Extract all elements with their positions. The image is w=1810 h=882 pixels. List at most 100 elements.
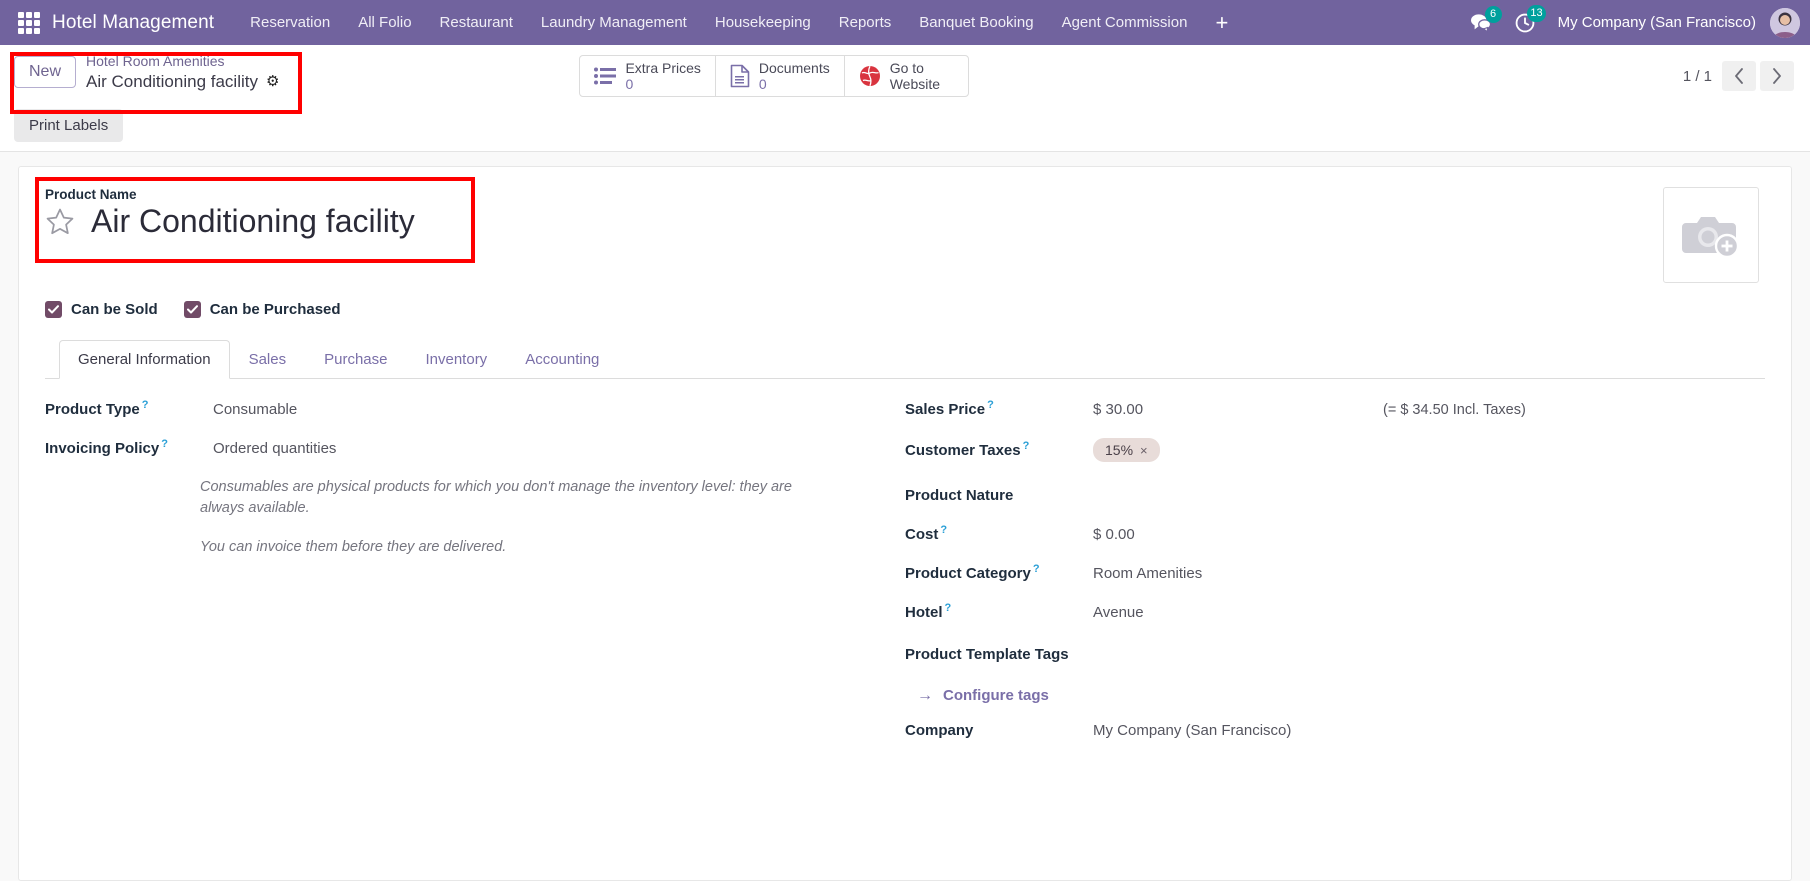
camera-add-icon — [1682, 211, 1740, 259]
help-icon[interactable]: ? — [987, 399, 994, 411]
menu-item-laundry-management[interactable]: Laundry Management — [527, 2, 701, 43]
control-panel: New Hotel Room Amenities Air Conditionin… — [0, 45, 1810, 152]
form-title-row: Product Name Air Conditioning facility — [45, 187, 1765, 283]
messages-icon[interactable]: 6 — [1460, 9, 1502, 37]
menu-item-housekeeping[interactable]: Housekeeping — [701, 2, 825, 43]
pager-next-button[interactable] — [1760, 61, 1794, 91]
help-icon[interactable]: ? — [142, 399, 149, 411]
product-name-line: Air Conditioning facility — [45, 204, 415, 239]
tab-sales[interactable]: Sales — [230, 340, 306, 379]
menu-item-banquet-booking[interactable]: Banquet Booking — [905, 2, 1047, 43]
product-flags: Can be Sold Can be Purchased — [45, 301, 1765, 318]
product-image-upload[interactable] — [1663, 187, 1759, 283]
sales-price-row: $ 30.00 (= $ 34.50 Incl. Taxes) — [1093, 401, 1745, 418]
breadcrumb: New Hotel Room Amenities Air Conditionin… — [14, 53, 279, 92]
hotel-value[interactable]: Avenue — [1093, 604, 1144, 621]
control-panel-top: New Hotel Room Amenities Air Conditionin… — [0, 45, 1810, 103]
app-brand[interactable]: Hotel Management — [52, 12, 214, 34]
product-name-field: Product Name Air Conditioning facility — [45, 187, 415, 239]
menu-item-restaurant[interactable]: Restaurant — [426, 2, 527, 43]
messages-badge: 6 — [1485, 6, 1502, 23]
configure-tags-link[interactable]: → Configure tags — [917, 687, 1049, 704]
add-menu-button[interactable]: + — [1201, 8, 1242, 38]
field-hotel: Hotel? Avenue — [905, 602, 1745, 621]
help-icon[interactable]: ? — [1033, 563, 1040, 575]
help-icon[interactable]: ? — [945, 602, 952, 614]
check-icon — [187, 305, 198, 314]
company-switcher[interactable]: My Company (San Francisco) — [1548, 6, 1766, 39]
star-icon[interactable] — [45, 207, 75, 237]
menu-item-agent-commission[interactable]: Agent Commission — [1048, 2, 1202, 43]
document-icon — [730, 64, 750, 88]
cost-label: Cost? — [905, 524, 1093, 543]
form-column-right: Sales Price? $ 30.00 (= $ 34.50 Incl. Ta… — [905, 399, 1765, 759]
help-icon[interactable]: ? — [1023, 440, 1030, 452]
list-icon — [594, 67, 616, 85]
stat-button-extra-prices[interactable]: Extra Prices 0 — [580, 56, 715, 96]
chevron-right-icon — [1772, 68, 1782, 84]
gear-icon[interactable]: ⚙ — [266, 74, 279, 89]
tab-general-information[interactable]: General Information — [59, 340, 230, 379]
product-type-value[interactable]: Consumable — [213, 401, 297, 418]
can-be-purchased-checkbox[interactable]: Can be Purchased — [184, 301, 341, 318]
pager: 1 / 1 — [1683, 53, 1796, 91]
sales-price-value[interactable]: $ 30.00 — [1093, 401, 1383, 418]
cost-label-text: Cost — [905, 526, 938, 543]
breadcrumb-parent-link[interactable]: Hotel Room Amenities — [86, 53, 279, 71]
menu-item-reports[interactable]: Reports — [825, 2, 906, 43]
company-value[interactable]: My Company (San Francisco) — [1093, 722, 1291, 739]
help-icon[interactable]: ? — [940, 524, 947, 536]
form-column-left: Product Type? Consumable Invoicing Polic… — [45, 399, 905, 759]
invoicing-policy-value[interactable]: Ordered quantities — [213, 440, 336, 457]
stat-text-extra-prices: Extra Prices 0 — [625, 60, 700, 92]
invoicing-policy-label: Invoicing Policy? — [45, 438, 213, 457]
stat-label-extra-prices: Extra Prices — [625, 60, 700, 76]
stat-value-documents: 0 — [759, 76, 830, 92]
stat-button-go-to-website[interactable]: Go to Website — [845, 56, 968, 96]
field-cost: Cost? $ 0.00 — [905, 524, 1745, 543]
product-template-tags-label: Product Template Tags — [905, 646, 1093, 663]
product-nature-label: Product Nature — [905, 487, 1093, 504]
stat-button-documents[interactable]: Documents 0 — [716, 56, 845, 96]
product-name-value[interactable]: Air Conditioning facility — [91, 204, 415, 239]
apps-grid-icon[interactable] — [18, 12, 40, 34]
menu-item-all-folio[interactable]: All Folio — [344, 2, 425, 43]
stat-value-extra-prices: 0 — [625, 76, 700, 92]
product-category-label: Product Category? — [905, 563, 1093, 582]
checkbox-checked-icon — [45, 301, 62, 318]
field-invoicing-policy: Invoicing Policy? Ordered quantities — [45, 438, 885, 457]
stat-text-documents: Documents 0 — [759, 60, 830, 92]
help-icon[interactable]: ? — [161, 438, 168, 450]
checkbox-checked-icon — [184, 301, 201, 318]
customer-tax-tag-label: 15% — [1105, 442, 1133, 458]
form-background: Product Name Air Conditioning facility — [0, 152, 1810, 881]
breadcrumb-current-label: Air Conditioning facility — [86, 71, 258, 92]
product-category-label-text: Product Category — [905, 565, 1031, 582]
form-tabs: General Information Sales Purchase Inven… — [45, 340, 1765, 379]
product-category-value[interactable]: Room Amenities — [1093, 565, 1202, 582]
configure-tags-label: Configure tags — [943, 687, 1049, 704]
product-type-note-1: Consumables are physical products for wh… — [200, 477, 800, 519]
customer-tax-tag[interactable]: 15% × — [1093, 438, 1160, 462]
activities-icon[interactable]: 13 — [1504, 8, 1546, 38]
check-icon — [48, 305, 59, 314]
tab-purchase[interactable]: Purchase — [305, 340, 406, 379]
hotel-label-text: Hotel — [905, 604, 943, 621]
menu-item-reservation[interactable]: Reservation — [236, 2, 344, 43]
tab-inventory[interactable]: Inventory — [406, 340, 506, 379]
product-name-label: Product Name — [45, 187, 415, 202]
print-labels-button[interactable]: Print Labels — [14, 109, 123, 142]
can-be-sold-checkbox[interactable]: Can be Sold — [45, 301, 158, 318]
field-product-type: Product Type? Consumable — [45, 399, 885, 418]
pager-previous-button[interactable] — [1722, 61, 1756, 91]
breadcrumb-lines: Hotel Room Amenities Air Conditioning fa… — [86, 53, 279, 92]
tab-accounting[interactable]: Accounting — [506, 340, 618, 379]
control-panel-bottom: Print Labels — [0, 103, 1810, 151]
field-product-category: Product Category? Room Amenities — [905, 563, 1745, 582]
cost-value[interactable]: $ 0.00 — [1093, 526, 1135, 543]
form-columns: Product Type? Consumable Invoicing Polic… — [45, 379, 1765, 759]
new-button[interactable]: New — [14, 56, 76, 88]
avatar[interactable] — [1770, 8, 1800, 38]
globe-icon — [859, 65, 881, 87]
remove-tag-icon[interactable]: × — [1140, 443, 1148, 458]
